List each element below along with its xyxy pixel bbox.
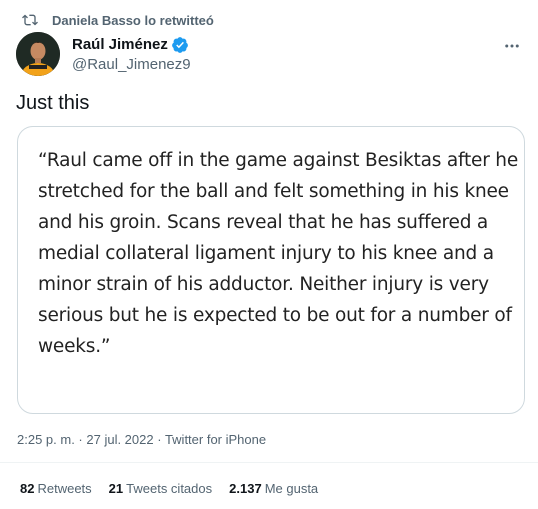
quote-line: “Raul came off in the game against Besik… — [38, 150, 518, 171]
retweet-label: Daniela Basso lo retwitteó — [52, 12, 214, 28]
quote-line: and his groin. Scans reveal that he has … — [38, 212, 489, 233]
quote-line: stretched for the ball and felt somethin… — [38, 181, 509, 202]
avatar[interactable] — [16, 32, 60, 76]
retweets-label: Retweets — [37, 481, 92, 496]
attached-image[interactable]: “Raul came off in the game against Besik… — [17, 126, 525, 414]
retweet-icon — [22, 12, 38, 28]
quote-tweets-label: Tweets citados — [126, 481, 213, 496]
quote-tweets-stat[interactable]: 21 Tweets citados — [109, 481, 212, 496]
retweets-count: 82 — [20, 481, 35, 496]
meta-separator: · — [74, 432, 87, 447]
tweet-source: Twitter for iPhone — [164, 432, 267, 447]
tweet-text: Just this — [16, 92, 90, 114]
engagement-stats: 82 Retweets 21 Tweets citados 2.137 Me gust… — [20, 481, 335, 496]
retweet-context[interactable]: Daniela Basso lo retwitteó — [22, 12, 214, 28]
author-handle[interactable]: @Raul_Jimenez9 — [72, 56, 191, 73]
quote-line: minor strain of his adductor. Neither in… — [38, 274, 489, 295]
tweet-date[interactable]: 27 jul. 2022 — [86, 432, 153, 447]
likes-label: Me gusta — [264, 481, 319, 496]
retweets-stat[interactable]: 82 Retweets — [20, 481, 92, 496]
likes-count: 2.137 — [229, 481, 262, 496]
tweet-author: Raúl Jiménez @Raul_Jimenez9 — [16, 32, 191, 76]
quote-tweets-count: 21 — [108, 481, 124, 496]
quote-line: weeks.” — [38, 336, 111, 357]
tweet-meta: 2:25 p. m. · 27 jul. 2022 · Twitter for … — [17, 432, 266, 447]
verified-badge-icon — [171, 36, 189, 54]
more-options-icon[interactable] — [502, 36, 522, 56]
likes-stat[interactable]: 2.137 Me gusta — [229, 481, 318, 496]
divider — [0, 462, 538, 463]
author-name[interactable]: Raúl Jiménez — [72, 36, 168, 53]
image-quote-text: “Raul came off in the game against Besik… — [38, 145, 518, 362]
tweet-time[interactable]: 2:25 p. m. — [17, 432, 75, 447]
quote-line: medial collateral ligament injury to his… — [38, 243, 494, 264]
quote-line: serious but he is expected to be out for… — [38, 305, 512, 326]
meta-separator: · — [153, 432, 165, 447]
